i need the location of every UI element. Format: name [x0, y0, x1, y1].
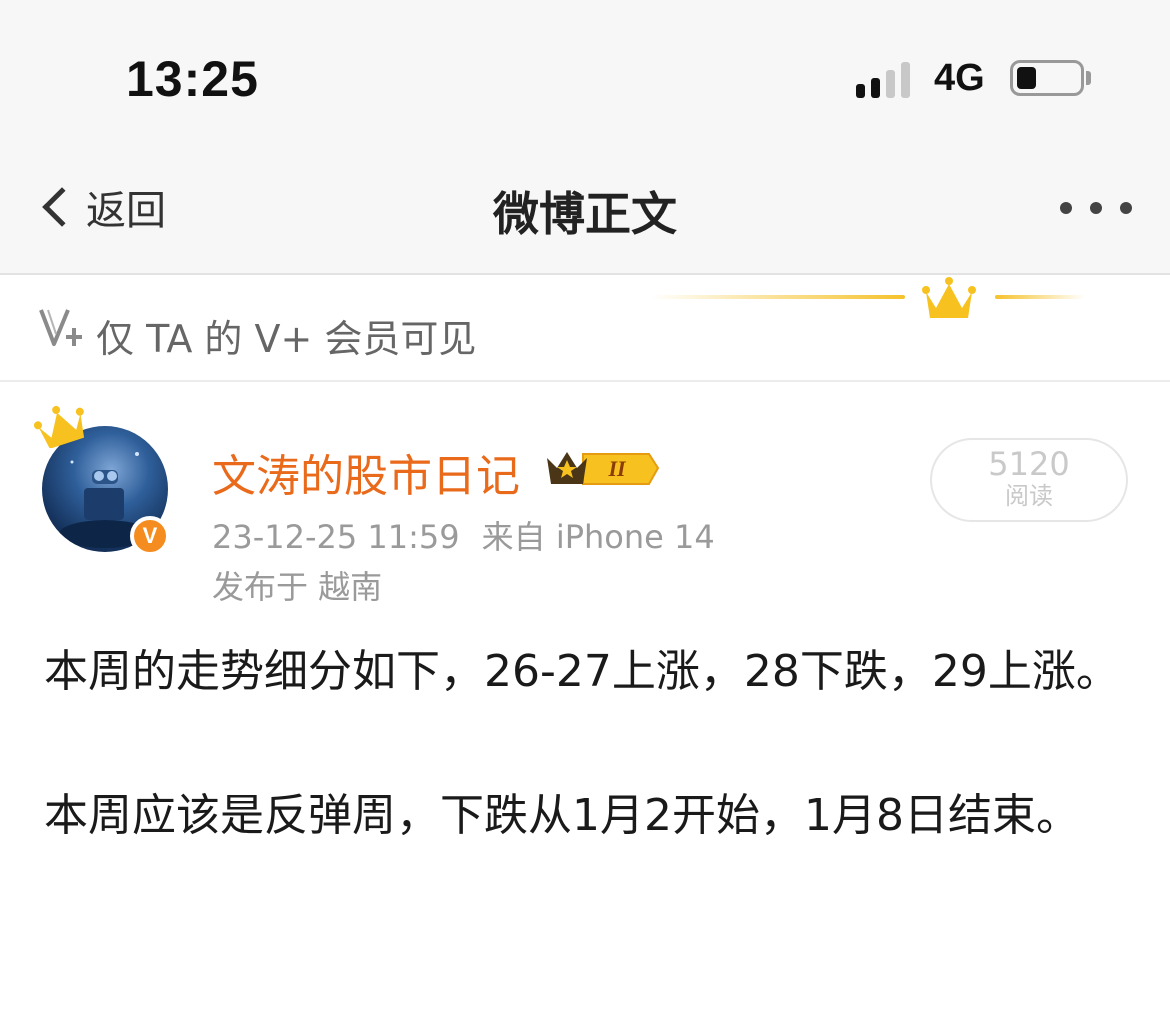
signal-bar — [871, 78, 880, 98]
divider — [0, 380, 1170, 382]
post-body: 本周的走势细分如下，26-27上涨，28下跌，29上涨。 本周应该是反弹周，下跌… — [44, 636, 1124, 852]
network-type: 4G — [934, 57, 985, 99]
read-count: 5120 — [988, 445, 1070, 483]
battery-level-fill — [1017, 67, 1036, 89]
post-location: 发布于 越南 — [212, 568, 383, 606]
signal-bar — [901, 62, 910, 98]
member-level-badge: II — [547, 452, 660, 485]
post-timestamp: 23-12-25 11:59 — [212, 518, 460, 556]
post-paragraph: 本周应该是反弹周，下跌从1月2开始，1月8日结束。 — [44, 790, 1080, 841]
post-source: 来自 iPhone 14 — [481, 518, 715, 556]
crown-icon — [922, 277, 976, 318]
post-meta: 23-12-25 11:59 来自 iPhone 14 — [212, 512, 715, 558]
author-avatar[interactable]: V — [34, 400, 174, 556]
signal-bar — [856, 84, 865, 98]
verified-badge: V — [130, 516, 170, 556]
vip-only-text: 仅 TA 的 V+ 会员可见 — [96, 317, 477, 361]
battery-icon — [1010, 60, 1084, 96]
post-paragraph: 本周的走势细分如下，26-27上涨，28下跌，29上涨。 — [44, 646, 1120, 697]
crown-icon — [34, 405, 85, 448]
signal-bar — [886, 70, 895, 98]
member-level-text: II — [607, 456, 627, 481]
signal-strength-icon — [856, 58, 916, 98]
more-dots-icon[interactable] — [1058, 198, 1134, 218]
read-label: 阅读 — [1005, 482, 1053, 510]
page-title: 微博正文 — [493, 187, 677, 241]
vplus-icon — [39, 309, 82, 346]
gold-line-left — [650, 295, 905, 299]
gold-line-right — [995, 295, 1085, 299]
author-name[interactable]: 文涛的股市日记 — [212, 440, 520, 504]
battery-cap — [1086, 71, 1091, 85]
status-time: 13:25 — [126, 51, 259, 107]
read-count-badge: 5120 阅读 — [930, 438, 1128, 522]
